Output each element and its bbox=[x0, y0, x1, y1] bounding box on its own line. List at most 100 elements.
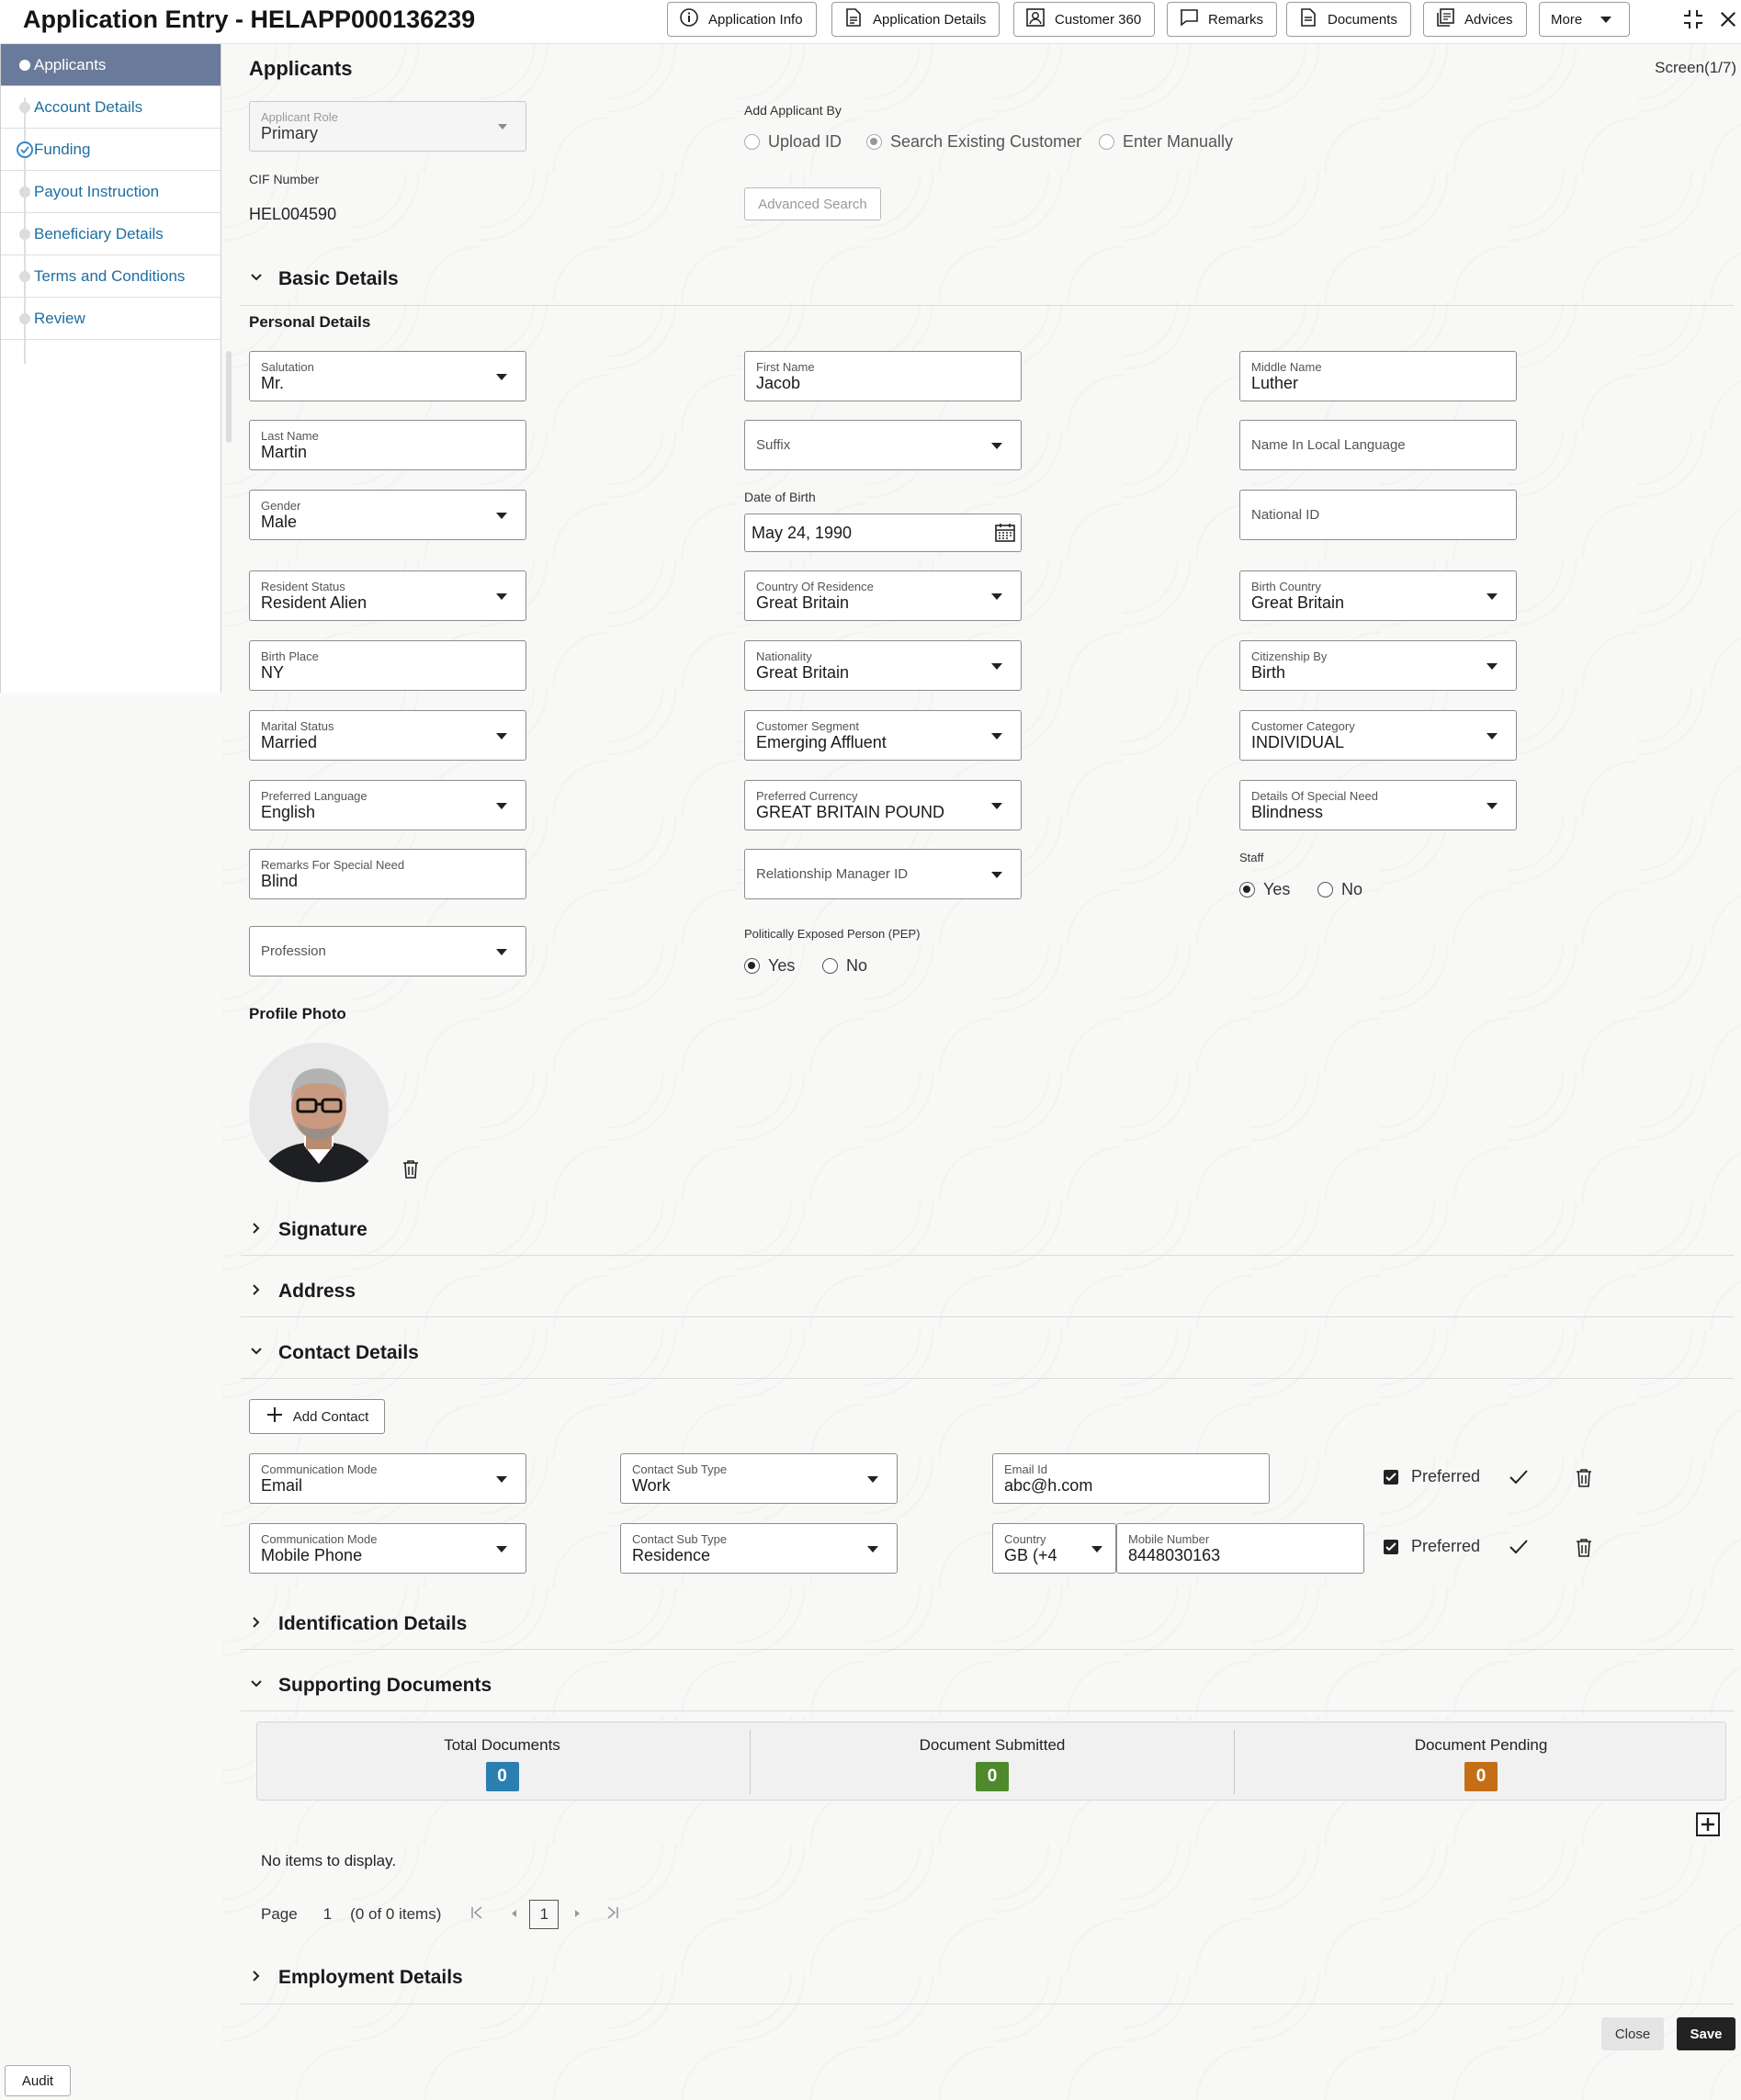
field-label: Customer Category bbox=[1251, 719, 1355, 733]
applicant-role-select[interactable]: Applicant Role Primary bbox=[249, 101, 526, 152]
sidebar-scroll-handle[interactable] bbox=[226, 351, 232, 443]
country-of-residence-select[interactable]: Country Of Residence Great Britain bbox=[744, 570, 1022, 621]
suffix-select[interactable]: Suffix bbox=[744, 420, 1022, 470]
divider bbox=[241, 1710, 1734, 1711]
marital-status-select[interactable]: Marital Status Married bbox=[249, 710, 526, 761]
signature-section-header[interactable]: Signature bbox=[249, 1219, 367, 1241]
divider bbox=[241, 1316, 1734, 1317]
sidebar-item-account-details[interactable]: Account Details bbox=[1, 86, 220, 129]
birth-place-field[interactable]: Birth Place NY bbox=[249, 640, 526, 691]
remarks-label: Remarks bbox=[1208, 11, 1264, 28]
sidebar-item-review[interactable]: Review bbox=[1, 298, 220, 340]
radio-enter-manually[interactable]: Enter Manually bbox=[1099, 132, 1233, 152]
preferred-checkbox[interactable]: Preferred bbox=[1384, 1537, 1480, 1556]
first-page-icon[interactable] bbox=[470, 1905, 483, 1924]
last-page-icon[interactable] bbox=[606, 1905, 619, 1924]
name-local-language-field[interactable]: Name In Local Language bbox=[1239, 420, 1517, 470]
application-info-button[interactable]: Application Info bbox=[667, 2, 817, 37]
page-title: Application Entry - HELAPP000136239 bbox=[23, 6, 476, 33]
next-page-icon[interactable] bbox=[573, 1905, 582, 1924]
communication-mode-select[interactable]: Communication Mode Mobile Phone bbox=[249, 1523, 526, 1574]
remarks-button[interactable]: Remarks bbox=[1167, 2, 1278, 37]
birth-country-select[interactable]: Birth Country Great Britain bbox=[1239, 570, 1517, 621]
preferred-checkbox[interactable]: Preferred bbox=[1384, 1467, 1480, 1486]
email-id-field[interactable]: Email Id abc@h.com bbox=[992, 1453, 1270, 1504]
advices-button[interactable]: Advices bbox=[1423, 2, 1527, 37]
nationality-select[interactable]: Nationality Great Britain bbox=[744, 640, 1022, 691]
field-value: Married bbox=[261, 733, 318, 751]
radio-search-existing-customer[interactable]: Search Existing Customer bbox=[866, 132, 1081, 152]
sidebar-item-applicants[interactable]: Applicants bbox=[1, 44, 220, 86]
close-icon[interactable] bbox=[1714, 6, 1741, 33]
basic-details-header[interactable]: Basic Details bbox=[249, 268, 399, 290]
citizenship-by-select[interactable]: Citizenship By Birth bbox=[1239, 640, 1517, 691]
sidebar-item-payout-instruction[interactable]: Payout Instruction bbox=[1, 171, 220, 213]
preferred-language-select[interactable]: Preferred Language English bbox=[249, 780, 526, 830]
trash-icon[interactable] bbox=[401, 1159, 420, 1184]
current-page-button[interactable]: 1 bbox=[529, 1900, 560, 1929]
advanced-search-button[interactable]: Advanced Search bbox=[744, 187, 881, 220]
trash-icon[interactable] bbox=[1575, 1538, 1593, 1563]
special-need-select[interactable]: Details Of Special Need Blindness bbox=[1239, 780, 1517, 830]
divider bbox=[241, 305, 1734, 306]
items-count: (0 of 0 items) bbox=[350, 1905, 442, 1923]
contact-sub-type-select[interactable]: Contact Sub Type Residence bbox=[620, 1523, 898, 1574]
country-code-select[interactable]: Country GB (+4 bbox=[992, 1523, 1116, 1574]
page-number-input[interactable]: 1 bbox=[323, 1905, 332, 1924]
radio-staff-no[interactable]: No bbox=[1317, 880, 1362, 899]
add-contact-button[interactable]: Add Contact bbox=[249, 1399, 385, 1434]
field-label: First Name bbox=[756, 360, 815, 374]
application-details-button[interactable]: Application Details bbox=[831, 2, 1001, 37]
documents-button[interactable]: Documents bbox=[1286, 2, 1411, 37]
sidebar-item-beneficiary-details[interactable]: Beneficiary Details bbox=[1, 213, 220, 255]
customer-360-button[interactable]: Customer 360 bbox=[1013, 2, 1156, 37]
profession-select[interactable]: Profession bbox=[249, 926, 526, 977]
contact-sub-type-select[interactable]: Contact Sub Type Work bbox=[620, 1453, 898, 1504]
info-icon bbox=[679, 7, 699, 31]
national-id-field[interactable]: National ID bbox=[1239, 490, 1517, 540]
checkmark-icon[interactable] bbox=[1509, 1469, 1529, 1490]
identification-details-section-header[interactable]: Identification Details bbox=[249, 1613, 467, 1635]
mobile-number-field[interactable]: Mobile Number 8448030163 bbox=[1116, 1523, 1364, 1574]
gender-select[interactable]: Gender Male bbox=[249, 490, 526, 540]
collapse-icon[interactable] bbox=[1679, 6, 1707, 33]
middle-name-field[interactable]: Middle Name Luther bbox=[1239, 351, 1517, 401]
preferred-currency-select[interactable]: Preferred Currency GREAT BRITAIN POUND bbox=[744, 780, 1022, 830]
more-menu-button[interactable]: More bbox=[1539, 2, 1630, 37]
communication-mode-select[interactable]: Communication Mode Email bbox=[249, 1453, 526, 1504]
checkmark-icon[interactable] bbox=[1509, 1539, 1529, 1560]
radio-staff-yes[interactable]: Yes bbox=[1239, 880, 1290, 899]
radio-pep-no[interactable]: No bbox=[822, 956, 867, 976]
customer-segment-select[interactable]: Customer Segment Emerging Affluent bbox=[744, 710, 1022, 761]
save-button[interactable]: Save bbox=[1677, 2017, 1735, 2050]
employment-details-section-header[interactable]: Employment Details bbox=[249, 1967, 463, 1989]
prev-page-icon[interactable] bbox=[509, 1905, 518, 1924]
sidebar-item-terms-and-conditions[interactable]: Terms and Conditions bbox=[1, 255, 220, 298]
radio-pep-yes[interactable]: Yes bbox=[744, 956, 795, 976]
dob-label: Date of Birth bbox=[744, 490, 816, 504]
contact-details-section-header[interactable]: Contact Details bbox=[249, 1342, 419, 1364]
address-section-header[interactable]: Address bbox=[249, 1281, 356, 1303]
trash-icon[interactable] bbox=[1575, 1468, 1593, 1493]
radio-circle-icon bbox=[822, 958, 838, 974]
field-label: Communication Mode bbox=[261, 1532, 378, 1546]
chevron-down-icon bbox=[1487, 663, 1498, 670]
salutation-select[interactable]: Salutation Mr. bbox=[249, 351, 526, 401]
last-name-field[interactable]: Last Name Martin bbox=[249, 420, 526, 470]
field-label: Communication Mode bbox=[261, 1462, 378, 1476]
radio-upload-id[interactable]: Upload ID bbox=[744, 132, 842, 152]
first-name-field[interactable]: First Name Jacob bbox=[744, 351, 1022, 401]
sidebar-item-funding[interactable]: Funding bbox=[1, 129, 220, 171]
remarks-special-need-field[interactable]: Remarks For Special Need Blind bbox=[249, 849, 526, 899]
calendar-icon[interactable] bbox=[994, 523, 1016, 548]
customer-category-select[interactable]: Customer Category INDIVIDUAL bbox=[1239, 710, 1517, 761]
pending-documents-summary: Document Pending 0 bbox=[1235, 1722, 1727, 1801]
add-document-icon[interactable] bbox=[1695, 1812, 1721, 1842]
sidebar-item-label: Funding bbox=[34, 140, 91, 158]
dob-field[interactable]: May 24, 1990 bbox=[744, 514, 1022, 552]
supporting-documents-section-header[interactable]: Supporting Documents bbox=[249, 1675, 492, 1697]
close-button[interactable]: Close bbox=[1601, 2017, 1664, 2050]
audit-button[interactable]: Audit bbox=[5, 2065, 71, 2096]
resident-status-select[interactable]: Resident Status Resident Alien bbox=[249, 570, 526, 621]
relationship-manager-select[interactable]: Relationship Manager ID bbox=[744, 849, 1022, 899]
